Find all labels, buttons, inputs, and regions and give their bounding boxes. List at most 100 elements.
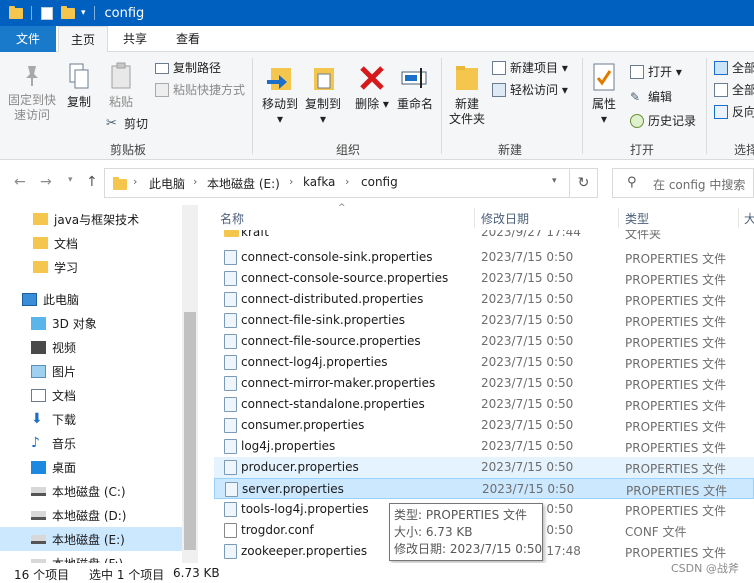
column-header-type[interactable]: 类型 [625, 210, 649, 227]
document-icon [31, 388, 46, 402]
file-type: PROPERTIES 文件 [625, 462, 727, 476]
delete-button[interactable]: 删除 ▾ [354, 62, 390, 112]
nav-item-documents-folder[interactable]: 文档 [0, 231, 182, 255]
tab-view[interactable]: 查看 [164, 26, 212, 52]
table-row[interactable]: connect-file-sink.properties 2023/7/15 0:… [214, 310, 754, 331]
back-arrow-icon[interactable]: ← [14, 174, 26, 190]
table-row[interactable]: connect-log4j.properties 2023/7/15 0:50 PR… [214, 352, 754, 373]
nav-item-java[interactable]: java与框架技术 [0, 207, 182, 231]
nav-item-videos[interactable]: 视频 [0, 335, 182, 359]
nav-item-desktop[interactable]: 桌面 [0, 455, 182, 479]
table-row[interactable]: kraft 2023/9/27 17:44 文件夹 [214, 230, 754, 242]
up-arrow-icon[interactable]: ↑ [86, 174, 98, 190]
select-none-button[interactable]: 全部 [714, 82, 754, 98]
tab-file[interactable]: 文件 [0, 26, 56, 52]
pin-to-quick-access-button[interactable]: 固定到快 速访问 [4, 62, 60, 123]
copy-button[interactable]: 复制 [62, 62, 96, 110]
nav-item-drive-c[interactable]: 本地磁盘 (C:) [0, 479, 182, 503]
nav-item-label: 文档 [54, 236, 79, 251]
nav-item-drive-e[interactable]: 本地磁盘 (E:) [0, 527, 182, 551]
breadcrumb-drive-e[interactable]: 本地磁盘 (E:) [207, 175, 280, 192]
nav-item-downloads[interactable]: ⬇ 下载 [0, 407, 182, 431]
file-name: producer.properties [241, 460, 359, 474]
nav-item-study[interactable]: 学习 [0, 255, 182, 279]
column-header-date[interactable]: 修改日期 [481, 210, 529, 227]
breadcrumb-kafka[interactable]: kafka [303, 175, 335, 189]
properties-button[interactable]: 属性 ▾ [586, 62, 622, 127]
new-item-button[interactable]: 新建项目 ▾ [492, 60, 568, 76]
file-type: PROPERTIES 文件 [625, 357, 727, 371]
open-button[interactable]: 打开 ▾ [630, 64, 682, 80]
column-separator[interactable] [618, 208, 619, 228]
breadcrumb-separator-icon[interactable]: › [289, 175, 293, 188]
nav-item-drive-d[interactable]: 本地磁盘 (D:) [0, 503, 182, 527]
nav-item-music[interactable]: ♪ 音乐 [0, 431, 182, 455]
nav-item-this-pc[interactable]: 此电脑 [0, 287, 182, 311]
table-row[interactable]: producer.properties 2023/7/15 0:50 PROPERT… [214, 457, 754, 478]
paste-button[interactable]: 粘贴 [104, 62, 138, 110]
column-header-size[interactable]: 大 [744, 210, 754, 227]
file-date: 2023/7/15 0:50 [481, 418, 574, 432]
tab-home[interactable]: 主页 [58, 26, 108, 53]
file-date: 2023/7/15 0:50 [481, 250, 574, 264]
table-row[interactable]: consumer.properties 2023/7/15 0:50 PROPERT… [214, 415, 754, 436]
breadcrumb-separator-icon[interactable]: › [133, 175, 137, 188]
nav-item-label: 学习 [54, 260, 79, 275]
table-row[interactable]: server.properties 2023/7/15 0:50 PROPERTIE… [214, 478, 754, 499]
history-icon [630, 114, 644, 128]
address-history-chevron-icon[interactable]: ▾ [552, 176, 557, 186]
nav-item-label: 本地磁盘 (C:) [52, 484, 126, 499]
refresh-button[interactable]: ↻ [569, 168, 598, 198]
tooltip-size: 大小: 6.73 KB [394, 525, 473, 539]
table-row[interactable]: connect-standalone.properties 2023/7/15 0… [214, 394, 754, 415]
properties-quick-icon[interactable] [41, 6, 53, 20]
table-row[interactable]: connect-distributed.properties 2023/7/15 … [214, 289, 754, 310]
clipboard-group-label: 剪贴板 [109, 143, 146, 157]
table-row[interactable]: connect-console-source.properties 2023/7/… [214, 268, 754, 289]
search-box[interactable]: ⚲ 在 config 中搜索 [612, 168, 754, 198]
invert-selection-button[interactable]: 反向 [714, 104, 754, 120]
breadcrumb-separator-icon[interactable]: › [345, 175, 349, 188]
search-input[interactable]: 在 config 中搜索 [653, 176, 745, 193]
copy-to-button[interactable]: 复制到 ▾ [302, 62, 344, 127]
chevron-down-icon[interactable]: ▾ [81, 8, 86, 18]
table-row[interactable]: connect-file-source.properties 2023/7/15 … [214, 331, 754, 352]
forward-arrow-icon[interactable]: → [40, 174, 52, 190]
breadcrumb-config[interactable]: config [361, 175, 398, 189]
table-row[interactable]: connect-mirror-maker.properties 2023/7/15… [214, 373, 754, 394]
edit-button[interactable]: ✎ 编辑 [630, 89, 672, 105]
new-folder-quick-icon[interactable] [61, 5, 75, 19]
cut-button[interactable]: ✂ 剪切 [106, 116, 148, 132]
recent-locations-chevron-icon[interactable]: ▾ [68, 175, 73, 185]
drive-icon [31, 510, 46, 520]
rename-button[interactable]: 重命名 [393, 62, 437, 112]
nav-pane-scrollbar-thumb[interactable] [184, 312, 196, 550]
table-row[interactable]: connect-console-sink.properties 2023/7/15… [214, 247, 754, 268]
table-row[interactable]: log4j.properties 2023/7/15 0:50 PROPERTIES… [214, 436, 754, 457]
new-folder-button[interactable]: 新建 文件夹 [446, 62, 488, 127]
nav-item-3d-objects[interactable]: 3D 对象 [0, 311, 182, 335]
select-all-button[interactable]: 全部 [714, 60, 754, 76]
tab-share[interactable]: 共享 [112, 26, 158, 52]
paste-shortcut-button[interactable]: 粘贴快捷方式 [155, 82, 245, 98]
address-bar[interactable]: › 此电脑 › 本地磁盘 (E:) › kafka › config ▾ [104, 168, 598, 198]
column-header-name[interactable]: 名称 [220, 210, 244, 227]
nav-item-drive-f[interactable]: 本地磁盘 (F:) [0, 551, 182, 563]
file-icon [224, 502, 237, 517]
cube-icon [31, 316, 46, 330]
window-title: config [104, 5, 145, 21]
breadcrumb-separator-icon[interactable]: › [193, 175, 197, 188]
move-to-button[interactable]: 移动到 ▾ [259, 62, 301, 127]
column-separator[interactable] [474, 208, 475, 228]
history-button[interactable]: 历史记录 [630, 113, 696, 129]
breadcrumb-this-pc[interactable]: 此电脑 [149, 175, 185, 192]
folder-icon [9, 5, 23, 19]
new-group-label: 新建 [497, 143, 522, 157]
nav-item-documents[interactable]: 文档 [0, 383, 182, 407]
easy-access-button[interactable]: 轻松访问 ▾ [492, 82, 568, 98]
column-separator[interactable] [738, 208, 739, 228]
nav-item-pictures[interactable]: 图片 [0, 359, 182, 383]
file-name: connect-distributed.properties [241, 292, 424, 306]
copy-path-button[interactable]: 复制路径 [155, 60, 221, 76]
ribbon-tabs: 文件 主页 共享 查看 [0, 26, 754, 53]
